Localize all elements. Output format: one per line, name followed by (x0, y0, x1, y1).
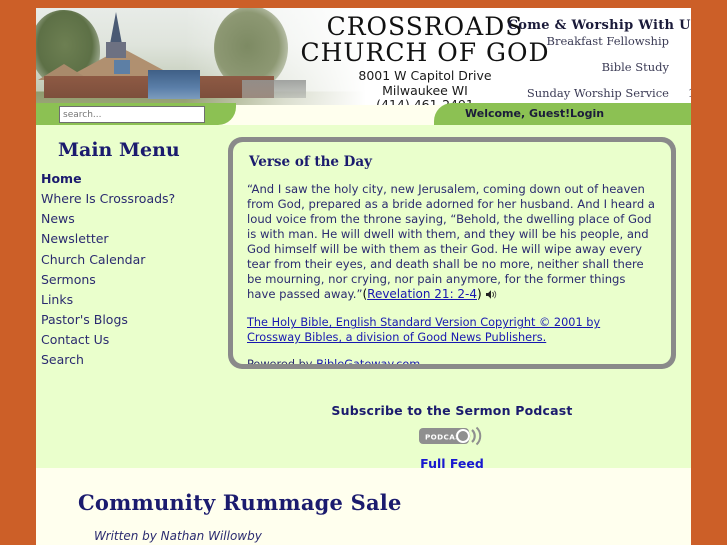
verse-reference-link[interactable]: Revelation 21: 2-4 (367, 287, 477, 301)
top-accent-strip (36, 0, 691, 8)
verse-copyright-link[interactable]: The Holy Bible, English Standard Version… (247, 316, 600, 344)
sidebar-item-church-calendar[interactable]: Church Calendar (41, 250, 236, 270)
worship-service-time: 9:00 AM (679, 61, 691, 87)
sidebar: Main Menu Home Where Is Crossroads? News Ne… (36, 125, 236, 370)
sidebar-title: Main Menu (58, 139, 180, 161)
verse-copyright: The Holy Bible, English Standard Version… (247, 316, 657, 345)
search-input[interactable] (59, 106, 205, 123)
worship-service-time: 8:00 AM (679, 35, 691, 61)
account-bar: Welcome, Guest! Login (434, 103, 691, 125)
sidebar-item-home[interactable]: Home (41, 169, 236, 189)
sidebar-item-sermons[interactable]: Sermons (41, 270, 236, 290)
article-byline: Written by Nathan Willowby (94, 529, 262, 543)
sidebar-item-newsletter[interactable]: Newsletter (41, 229, 236, 249)
article-section: Community Rummage Sale Written by Nathan… (36, 468, 691, 545)
verse-reference-close: ) (477, 287, 482, 302)
podcast-subscribe-block: Subscribe to the Sermon Podcast PODCAST … (228, 403, 676, 471)
worship-schedule-rows: Breakfast Fellowship 8:00 AM Bible Study 9:… (491, 35, 691, 105)
search-bar (36, 103, 236, 125)
worship-service-row: Breakfast Fellowship 8:00 AM (491, 35, 691, 61)
site-header: CROSSROADS CHURCH OF GOD 8001 W Capitol … (36, 8, 691, 105)
sidebar-item-pastor-s-blogs[interactable]: Pastor's Blogs (41, 310, 236, 330)
worship-service-name: Bible Study (601, 59, 669, 74)
sidebar-item-links[interactable]: Links (41, 290, 236, 310)
verse-of-the-day-panel: Verse of the Day “And I saw the holy cit… (228, 137, 676, 369)
sidebar-item-where-is-crossroads[interactable]: Where Is Crossroads? (41, 189, 236, 209)
article-title: Community Rummage Sale (78, 490, 402, 515)
worship-service-name: Breakfast Fellowship (546, 34, 670, 48)
worship-schedule-title: Come & Worship With Us! (507, 18, 691, 33)
content-area: Main Menu Home Where Is Crossroads? News Ne… (36, 125, 691, 471)
biblegateway-link[interactable]: BibleGateway.com (316, 358, 420, 364)
podcast-title: Subscribe to the Sermon Podcast (331, 403, 573, 418)
sidebar-item-contact-us[interactable]: Contact Us (41, 330, 236, 350)
main-menu: Home Where Is Crossroads? News Newsletter Ch… (36, 169, 236, 370)
verse-powered-by: Powered by BibleGateway.com (247, 358, 657, 364)
church-steeple-base (106, 42, 126, 58)
worship-service-row: Bible Study 9:00 AM (491, 59, 691, 87)
speaker-icon[interactable] (485, 289, 498, 303)
verse-panel-title: Verse of the Day (249, 154, 372, 170)
podcast-badge-button[interactable]: PODCAST (419, 426, 485, 449)
verse-scripture-text: “And I saw the holy city, new Jerusalem,… (247, 182, 655, 302)
welcome-text: Welcome, Guest! (465, 107, 571, 120)
sidebar-item-news[interactable]: News (41, 209, 236, 229)
powered-by-label: Powered by (247, 358, 316, 364)
church-steeple (110, 12, 122, 44)
worship-schedule: Come & Worship With Us! Breakfast Fellow… (491, 18, 691, 105)
page-container: CROSSROADS CHURCH OF GOD 8001 W Capitol … (36, 0, 691, 545)
church-gable-window (114, 60, 130, 74)
verse-body: “And I saw the holy city, new Jerusalem,… (247, 182, 657, 303)
sidebar-item-search[interactable]: Search (41, 350, 236, 370)
worship-service-name: Sunday Worship Service (526, 85, 669, 100)
login-link[interactable]: Login (570, 103, 604, 125)
verse-panel-inner: Verse of the Day “And I saw the holy cit… (233, 142, 671, 364)
